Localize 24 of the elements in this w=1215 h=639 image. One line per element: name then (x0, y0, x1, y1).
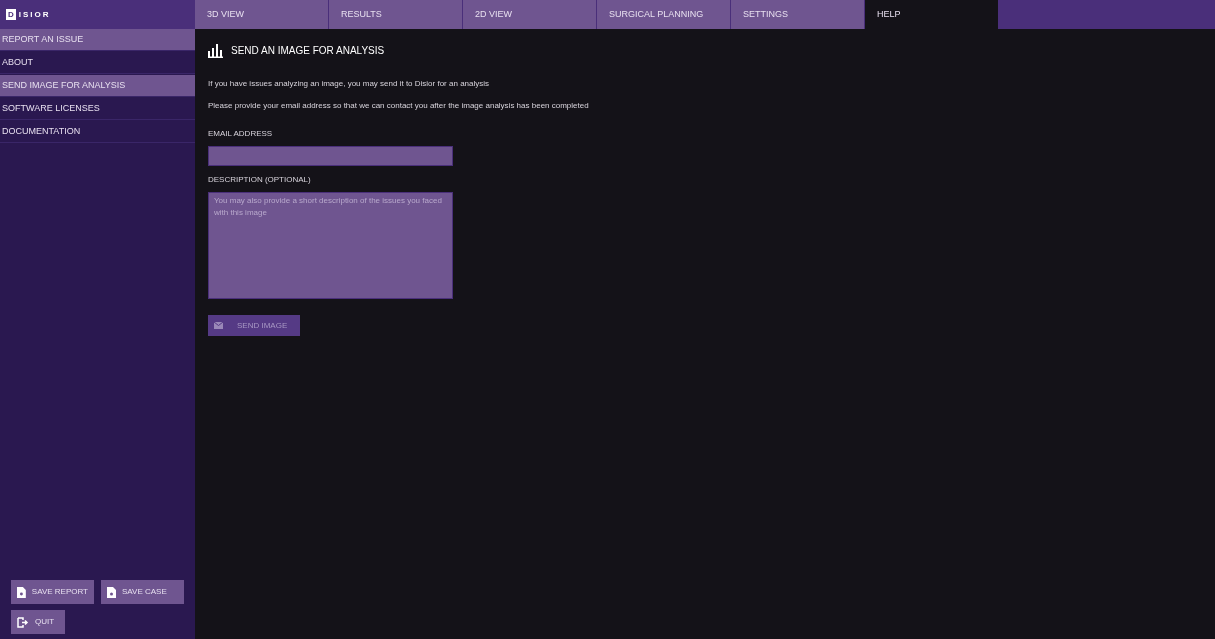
tab[interactable]: SURGICAL PLANNING (597, 0, 731, 29)
mail-icon (214, 322, 223, 329)
description-field[interactable]: You may also provide a short description of the issues you faced with this image (208, 192, 453, 299)
tab[interactable]: HELP (865, 0, 999, 29)
sidebar-header[interactable]: REPORT AN ISSUE (0, 29, 195, 51)
email-field[interactable] (208, 146, 453, 166)
file-icon (107, 586, 116, 598)
quit-button[interactable]: QUIT (11, 610, 65, 634)
tab[interactable]: 3D VIEW (195, 0, 329, 29)
sidebar-item[interactable]: SEND IMAGE FOR ANALYSIS (0, 75, 195, 97)
field-label: EMAIL ADDRESS (208, 128, 274, 140)
file-icon (17, 586, 26, 598)
tab[interactable]: 2D VIEW (463, 0, 597, 29)
panel-title: SEND AN IMAGE FOR ANALYSIS (231, 44, 385, 58)
save-button[interactable]: SAVE CASE (101, 580, 184, 604)
field-label: DESCRIPTION (OPTIONAL) (208, 174, 312, 186)
tab[interactable]: RESULTS (329, 0, 463, 29)
info-text: Please provide your email address so that we can contact you after the image analysis has been completed (208, 100, 590, 112)
exit-icon (17, 616, 29, 628)
bar-chart-icon (208, 43, 223, 58)
logo: D ISIOR (5, 8, 52, 22)
save-button[interactable]: SAVE REPORT (11, 580, 94, 604)
tab[interactable]: SETTINGS (731, 0, 865, 29)
info-text: If you have issues analyzing an image, you may send it to Disior for an analysis (208, 78, 491, 90)
